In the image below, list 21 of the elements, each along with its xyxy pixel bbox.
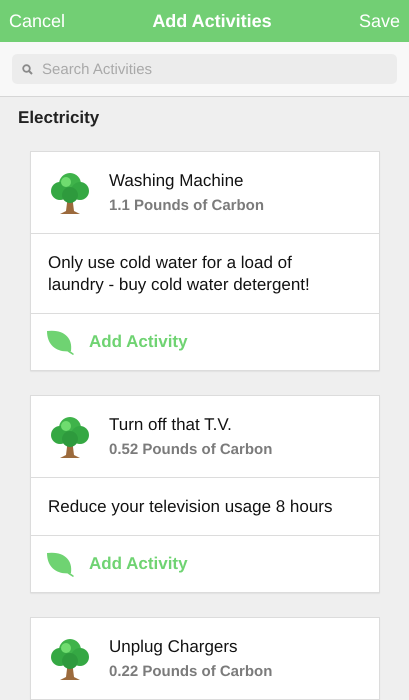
activity-description: Only use cold water for a load of laundry - buy cold water detergent! bbox=[31, 233, 379, 313]
leaf-icon bbox=[45, 551, 75, 577]
carbon-amount: 0.22 Pounds of Carbon bbox=[109, 663, 272, 680]
carbon-amount: 0.52 Pounds of Carbon bbox=[109, 441, 272, 458]
activity-name: Unplug Chargers bbox=[109, 637, 239, 657]
save-button[interactable]: Save bbox=[358, 10, 400, 32]
activity-name: Turn off that T.V. bbox=[109, 415, 233, 435]
add-activity-button[interactable]: Add Activity bbox=[45, 329, 188, 355]
tree-icon bbox=[49, 414, 91, 458]
add-activity-button[interactable]: Add Activity bbox=[45, 551, 188, 577]
search-icon bbox=[22, 64, 33, 75]
tree-icon bbox=[49, 636, 91, 680]
tree-icon bbox=[49, 170, 91, 214]
section-title: Electricity bbox=[17, 107, 100, 129]
activity-name: Washing Machine bbox=[109, 171, 244, 191]
leaf-icon bbox=[45, 329, 75, 355]
nav-title: Add Activities bbox=[152, 10, 272, 32]
cancel-button[interactable]: Cancel bbox=[9, 10, 66, 32]
activity-description: Reduce your television usage 8 hours bbox=[31, 477, 379, 535]
search-field[interactable]: Search Activities bbox=[12, 54, 397, 84]
carbon-amount: 1.1 Pounds of Carbon bbox=[109, 197, 264, 214]
